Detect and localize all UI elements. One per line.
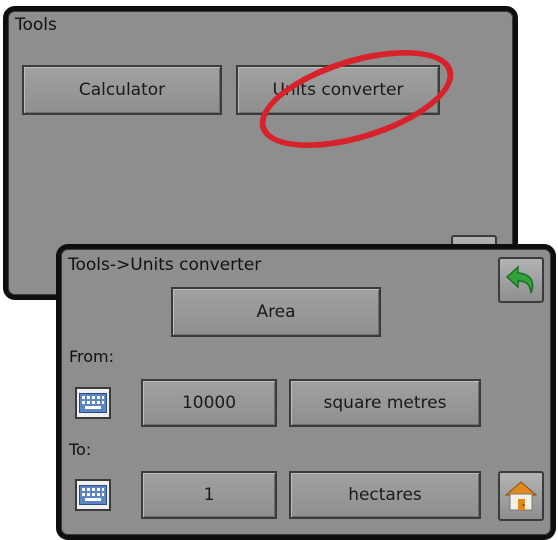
home-button[interactable] (498, 471, 544, 521)
from-label: From: (69, 347, 115, 366)
units-converter-button[interactable]: Units converter (236, 65, 440, 115)
from-keyboard-button[interactable] (75, 387, 111, 419)
keyboard-icon (79, 485, 107, 505)
to-label: To: (69, 440, 92, 459)
home-icon (504, 481, 538, 511)
units-converter-panel: Tools->Units converter Area From: 10000 … (56, 244, 556, 540)
to-value-field[interactable]: 1 (141, 471, 277, 519)
category-button[interactable]: Area (171, 287, 381, 337)
tools-title: Tools (15, 15, 57, 35)
back-button[interactable] (498, 257, 544, 303)
to-unit-select[interactable]: hectares (289, 471, 481, 519)
units-converter-title: Tools->Units converter (68, 255, 262, 275)
back-arrow-icon (505, 265, 534, 294)
from-value-field[interactable]: 10000 (141, 379, 277, 427)
calculator-button[interactable]: Calculator (22, 65, 222, 115)
from-unit-select[interactable]: square metres (289, 379, 481, 427)
keyboard-icon (79, 393, 107, 413)
to-keyboard-button[interactable] (75, 479, 111, 511)
